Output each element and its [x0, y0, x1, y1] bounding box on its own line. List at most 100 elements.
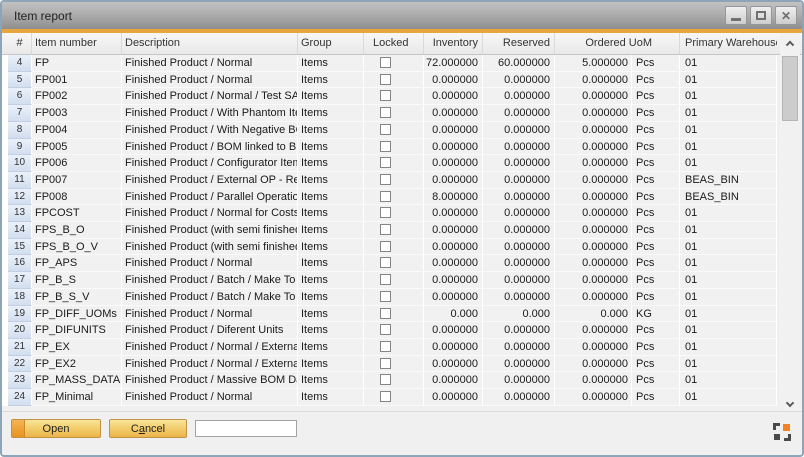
inventory-cell: 0.000000 — [424, 389, 483, 406]
locked-checkbox[interactable] — [380, 90, 391, 101]
locked-checkbox[interactable] — [380, 274, 391, 285]
row-number-cell[interactable]: 19 — [8, 306, 32, 323]
table-row[interactable]: 10 FP006 Finished Product / Configurator… — [8, 155, 777, 172]
reserved-cell: 0.000000 — [483, 205, 555, 222]
table-row[interactable]: 6 FP002 Finished Product / Normal / Test… — [8, 88, 777, 105]
close-button[interactable]: ✕ — [775, 6, 797, 25]
title-bar[interactable]: Item report ✕ — [2, 2, 802, 29]
row-number-cell[interactable]: 9 — [8, 139, 32, 156]
locked-checkbox[interactable] — [380, 191, 391, 202]
table-row[interactable]: 13 FPCOST Finished Product / Normal for … — [8, 205, 777, 222]
row-number-cell[interactable]: 20 — [8, 322, 32, 339]
locked-checkbox[interactable] — [380, 341, 391, 352]
row-number-cell[interactable]: 17 — [8, 272, 32, 289]
row-number-cell[interactable]: 4 — [8, 55, 32, 72]
item-number-cell: FP001 — [32, 72, 122, 89]
locked-cell — [364, 222, 424, 239]
find-input[interactable] — [195, 420, 297, 437]
locked-checkbox[interactable] — [380, 358, 391, 369]
description-cell: Finished Product / Normal — [122, 306, 298, 323]
header-primary-warehouse[interactable]: Primary Warehouse — [680, 33, 777, 54]
warehouse-cell: 01 — [680, 272, 777, 289]
row-number-cell[interactable]: 23 — [8, 372, 32, 389]
locked-checkbox[interactable] — [380, 174, 391, 185]
table-row[interactable]: 18 FP_B_S_V Finished Product / Batch / M… — [8, 289, 777, 306]
header-inventory[interactable]: Inventory — [424, 33, 483, 54]
row-number-cell[interactable]: 8 — [8, 122, 32, 139]
locked-checkbox[interactable] — [380, 241, 391, 252]
scroll-down-button[interactable] — [780, 394, 800, 411]
row-number-cell[interactable]: 7 — [8, 105, 32, 122]
table-row[interactable]: 23 FP_MASS_DATA Finished Product / Massi… — [8, 372, 777, 389]
vertical-scrollbar[interactable] — [780, 33, 800, 411]
header-item-number[interactable]: Item number — [32, 33, 122, 54]
table-row[interactable]: 22 FP_EX2 Finished Product / Normal / Ex… — [8, 356, 777, 373]
row-number-cell[interactable]: 5 — [8, 72, 32, 89]
group-cell: Items — [298, 356, 364, 373]
locked-checkbox[interactable] — [380, 74, 391, 85]
table-row[interactable]: 5 FP001 Finished Product / Normal Items … — [8, 72, 777, 89]
table-row[interactable]: 12 FP008 Finished Product / Parallel Ope… — [8, 189, 777, 206]
locked-checkbox[interactable] — [380, 124, 391, 135]
table-row[interactable]: 9 FP005 Finished Product / BOM linked to… — [8, 139, 777, 156]
row-number-cell[interactable]: 16 — [8, 255, 32, 272]
table-row[interactable]: 4 FP Finished Product / Normal Items 72.… — [8, 55, 777, 72]
header-group[interactable]: Group — [298, 33, 364, 54]
row-number-cell[interactable]: 6 — [8, 88, 32, 105]
description-cell: Finished Product / Diferent Units — [122, 322, 298, 339]
row-number-cell[interactable]: 13 — [8, 205, 32, 222]
minimize-button[interactable] — [725, 6, 747, 25]
locked-checkbox[interactable] — [380, 374, 391, 385]
row-number-cell[interactable]: 10 — [8, 155, 32, 172]
locked-checkbox[interactable] — [380, 391, 391, 402]
locked-checkbox[interactable] — [380, 324, 391, 335]
table-row[interactable]: 7 FP003 Finished Product / With Phantom … — [8, 105, 777, 122]
row-number-cell[interactable]: 22 — [8, 356, 32, 373]
header-locked[interactable]: Locked — [364, 33, 424, 54]
cancel-button[interactable]: Cancel — [109, 419, 187, 438]
maximize-button[interactable] — [750, 6, 772, 25]
locked-checkbox[interactable] — [380, 107, 391, 118]
row-number-cell[interactable]: 18 — [8, 289, 32, 306]
locked-checkbox[interactable] — [380, 207, 391, 218]
locked-checkbox[interactable] — [380, 157, 391, 168]
row-number-cell[interactable]: 24 — [8, 389, 32, 406]
table-row[interactable]: 20 FP_DIFUNITS Finished Product / Difere… — [8, 322, 777, 339]
scrollbar-thumb[interactable] — [782, 56, 798, 121]
ordered-cell: 0.000000 — [555, 155, 632, 172]
scroll-up-button[interactable] — [780, 33, 800, 50]
table-row[interactable]: 14 FPS_B_O Finished Product (with semi f… — [8, 222, 777, 239]
open-button[interactable]: Open — [11, 419, 101, 438]
table-row[interactable]: 24 FP_Minimal Finished Product / Normal … — [8, 389, 777, 406]
header-index[interactable]: # — [8, 33, 32, 54]
table-row[interactable]: 8 FP004 Finished Product / With Negative… — [8, 122, 777, 139]
table-row[interactable]: 17 FP_B_S Finished Product / Batch / Mak… — [8, 272, 777, 289]
locked-checkbox[interactable] — [380, 308, 391, 319]
header-reserved[interactable]: Reserved — [483, 33, 555, 54]
ordered-cell: 0.000000 — [555, 189, 632, 206]
table-row[interactable]: 21 FP_EX Finished Product / Normal / Ext… — [8, 339, 777, 356]
header-description[interactable]: Description — [122, 33, 298, 54]
row-number-cell[interactable]: 15 — [8, 239, 32, 256]
inventory-cell: 0.000000 — [424, 222, 483, 239]
locked-checkbox[interactable] — [380, 224, 391, 235]
locked-checkbox[interactable] — [380, 141, 391, 152]
table-row[interactable]: 16 FP_APS Finished Product / Normal Item… — [8, 255, 777, 272]
row-number-cell[interactable]: 12 — [8, 189, 32, 206]
row-number-cell[interactable]: 21 — [8, 339, 32, 356]
locked-checkbox[interactable] — [380, 57, 391, 68]
row-number-cell[interactable]: 14 — [8, 222, 32, 239]
item-number-cell: FP_DIFF_UOMs — [32, 306, 122, 323]
row-number-cell[interactable]: 11 — [8, 172, 32, 189]
expand-corners-icon[interactable] — [773, 423, 791, 441]
table-row[interactable]: 11 FP007 Finished Product / External OP … — [8, 172, 777, 189]
warehouse-cell: 01 — [680, 72, 777, 89]
uom-cell: Pcs — [632, 155, 680, 172]
locked-cell — [364, 389, 424, 406]
ordered-cell: 0.000000 — [555, 139, 632, 156]
table-row[interactable]: 15 FPS_B_O_V Finished Product (with semi… — [8, 239, 777, 256]
locked-checkbox[interactable] — [380, 257, 391, 268]
header-ordered-uom[interactable]: Ordered UoM — [555, 33, 680, 54]
locked-checkbox[interactable] — [380, 291, 391, 302]
table-row[interactable]: 19 FP_DIFF_UOMs Finished Product / Norma… — [8, 306, 777, 323]
